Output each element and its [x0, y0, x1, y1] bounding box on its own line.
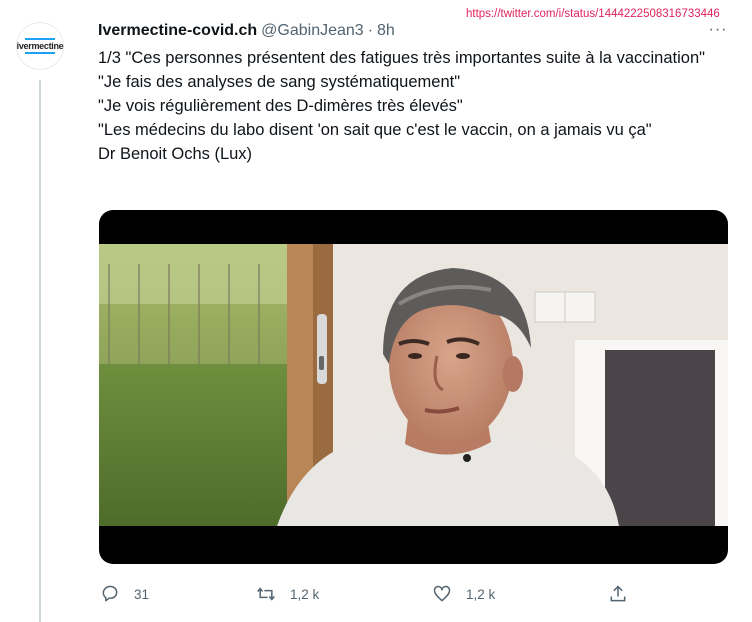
- tweet-text-line: "Je vois régulièrement des D-dimères trè…: [98, 97, 463, 115]
- heart-icon: [433, 585, 451, 602]
- author-name[interactable]: Ivermectine-covid.ch: [98, 22, 257, 40]
- video-player[interactable]: [99, 210, 728, 564]
- tweet-text-line: "Je fais des analyses de sang systématiq…: [98, 73, 461, 91]
- reply-count: 31: [134, 586, 150, 602]
- tweet-text: 1/3 "Ces personnes présentent des fatigu…: [98, 46, 738, 166]
- share-icon: [610, 585, 626, 602]
- tweet[interactable]: https://twitter.com/i/status/14442225083…: [0, 0, 752, 622]
- tweet-text-line: 1/3 "Ces personnes présentent des fatigu…: [98, 49, 705, 67]
- tweet-time[interactable]: 8h: [377, 22, 395, 40]
- avatar-text: ivermectine: [16, 41, 64, 51]
- author-handle[interactable]: @GabinJean3: [261, 22, 364, 40]
- status-url: https://twitter.com/i/status/14442225083…: [466, 8, 720, 20]
- like-button[interactable]: 1,2 k: [432, 582, 495, 606]
- tweet-text-line: Dr Benoit Ochs (Lux): [98, 145, 253, 163]
- avatar-bar: [25, 52, 55, 54]
- avatar[interactable]: ivermectine: [16, 22, 64, 70]
- reply-icon: [102, 585, 118, 602]
- reply-button[interactable]: 31: [100, 582, 149, 606]
- thread-line: [39, 80, 41, 622]
- retweet-count: 1,2 k: [290, 586, 320, 602]
- tweet-text-line: "Les médecins du labo disent 'on sait qu…: [98, 121, 652, 139]
- retweet-button[interactable]: 1,2 k: [256, 582, 319, 606]
- share-button[interactable]: [608, 582, 628, 606]
- tweet-header: Ivermectine-covid.ch @GabinJean3 · 8h: [98, 20, 395, 42]
- more-horizontal-icon: ···: [708, 21, 728, 38]
- video-frame: [99, 244, 728, 526]
- retweet-icon: [257, 587, 275, 601]
- avatar-bar: [25, 38, 55, 40]
- like-count: 1,2 k: [466, 586, 496, 602]
- separator-dot: ·: [367, 22, 374, 39]
- more-options-button[interactable]: ···: [706, 20, 730, 40]
- tweet-actions: 31 1,2 k 1,2 k: [98, 582, 638, 606]
- video-still: [99, 244, 728, 526]
